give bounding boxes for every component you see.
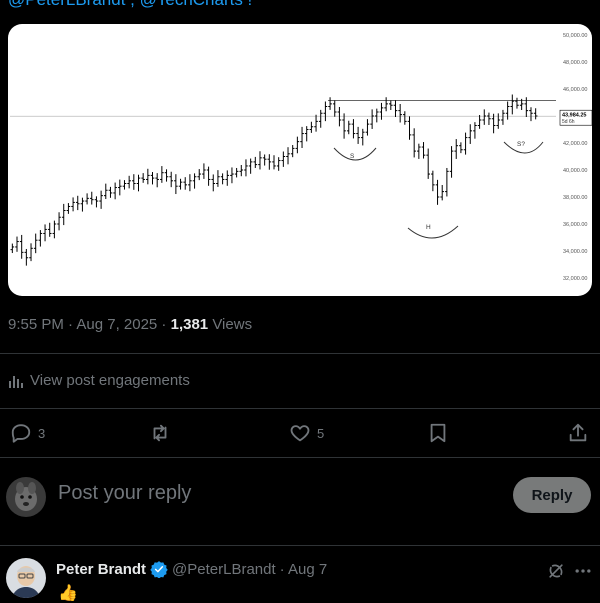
reply-content: 👍 [58, 585, 78, 602]
bookmark-icon [430, 423, 446, 443]
y-tick-label: 34,000.00 [563, 249, 587, 255]
divider [0, 353, 600, 354]
divider [0, 545, 600, 546]
bookmark-action[interactable] [428, 422, 448, 444]
reply-author-row: Peter Brandt @PeterLBrandt · Aug 7 [56, 560, 327, 578]
user-avatar-image [6, 477, 46, 517]
head-arc [407, 225, 459, 239]
reply-input[interactable]: Post your reply [58, 482, 191, 505]
divider [0, 457, 600, 458]
y-tick-label: 40,000.00 [563, 168, 587, 174]
y-tick-label: 42,000.00 [563, 141, 587, 147]
author-avatar[interactable] [6, 558, 46, 598]
author-name[interactable]: Peter Brandt [56, 561, 146, 578]
tweet-meta: 9:55 PM · Aug 7, 2025 · 1,381 Views [8, 316, 252, 333]
author-handle[interactable]: @PeterLBrandt [172, 561, 276, 578]
reply-date[interactable]: · Aug 7 [280, 561, 328, 578]
pattern-label: S [350, 153, 355, 160]
tweet-header-text[interactable]: @PeterLBrandt , @TechCharts ! [8, 0, 252, 10]
reply-icon [11, 424, 31, 443]
share-icon [569, 423, 587, 442]
divider [0, 408, 600, 409]
share-action[interactable] [567, 422, 589, 444]
pattern-label: S? [517, 141, 525, 148]
y-tick-label: 50,000.00 [563, 33, 587, 39]
y-tick-label: 48,000.00 [563, 60, 587, 66]
heart-icon [290, 425, 310, 442]
timestamp[interactable]: 9:55 PM · Aug 7, 2025 · [8, 316, 171, 333]
y-tick-label: 36,000.00 [563, 222, 587, 228]
action-bar: 3 5 [0, 420, 600, 448]
user-avatar[interactable] [6, 477, 46, 517]
reply-action[interactable]: 3 [10, 422, 45, 444]
reply-count: 3 [38, 425, 46, 441]
y-tick-label: 32,000.00 [563, 276, 587, 282]
analytics-icon [9, 375, 23, 388]
grok-icon[interactable] [546, 561, 566, 581]
y-tick-label: 38,000.00 [563, 195, 587, 201]
views-count: 1,381 [170, 316, 209, 333]
view-engagements-link[interactable]: View post engagements [8, 372, 190, 389]
reply-button[interactable]: Reply [513, 477, 591, 513]
price-chart: 50,000.0048,000.0046,000.0044,000.0042,0… [10, 33, 592, 282]
author-avatar-image [6, 558, 46, 598]
views-label: Views [208, 316, 253, 333]
chart-image[interactable]: 50,000.0048,000.0046,000.0044,000.0042,0… [8, 24, 592, 296]
more-options-icon[interactable] [573, 561, 593, 581]
like-action[interactable]: 5 [289, 422, 324, 444]
like-count: 5 [317, 425, 325, 441]
repost-action[interactable] [148, 422, 178, 444]
price-sub-label: 5d 6h [562, 119, 575, 125]
engagements-label: View post engagements [30, 372, 190, 389]
pattern-label: H [426, 224, 431, 231]
left-shoulder-arc [333, 147, 377, 161]
repost-icon [153, 424, 167, 442]
verified-badge-icon [150, 561, 168, 578]
price-label: 43,984.25 [562, 113, 586, 119]
y-tick-label: 46,000.00 [563, 87, 587, 93]
